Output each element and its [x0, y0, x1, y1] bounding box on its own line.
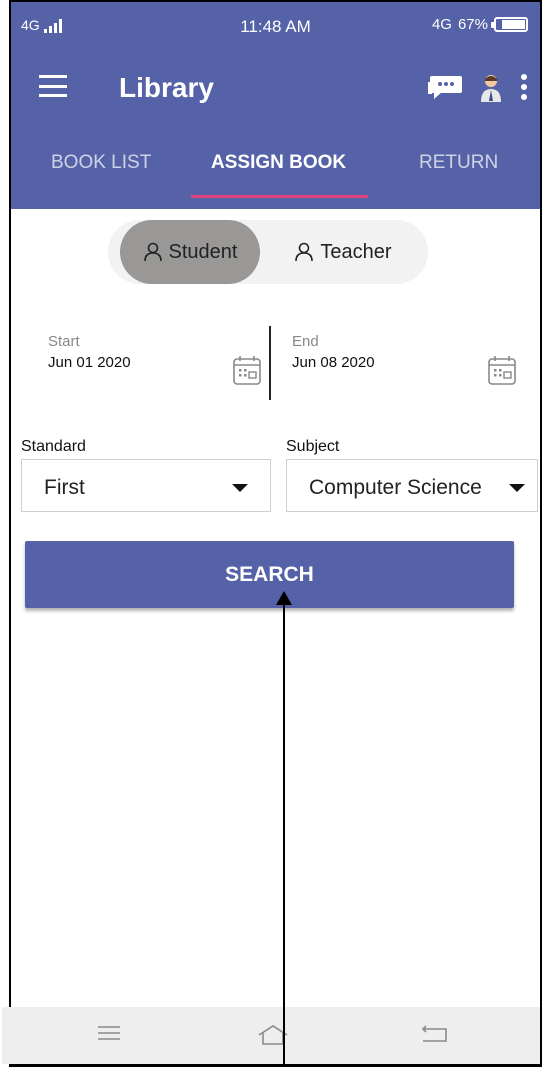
tab-assign-book[interactable]: ASSIGN BOOK	[211, 152, 346, 174]
tab-book-list[interactable]: BOOK LIST	[51, 152, 151, 174]
calendar-icon[interactable]	[487, 354, 517, 386]
battery-icon	[491, 17, 528, 32]
start-date-value: Jun 01 2020	[48, 354, 131, 371]
dropdown-caret-icon	[232, 484, 248, 492]
person-icon	[295, 242, 314, 262]
back-icon[interactable]	[420, 1023, 450, 1045]
chat-icon[interactable]	[428, 74, 464, 100]
toggle-student[interactable]: Student	[120, 220, 260, 284]
status-right: 4G 67%	[432, 16, 528, 33]
tab-return[interactable]: RETURN	[419, 152, 498, 174]
status-bar: 4G 11:48 AM 4G 67%	[11, 2, 540, 48]
role-toggle: Student Teacher	[108, 220, 428, 284]
app-bar: 4G 11:48 AM 4G 67% Library BOOK LIST ASS…	[11, 2, 540, 209]
start-date-field[interactable]: Start Jun 01 2020	[48, 333, 131, 371]
end-date-value: Jun 08 2020	[292, 354, 375, 371]
system-nav-bar	[2, 1007, 540, 1064]
start-date-label: Start	[48, 333, 80, 350]
subject-label: Subject	[286, 438, 340, 455]
search-button[interactable]: SEARCH	[25, 541, 514, 608]
more-vert-icon[interactable]	[520, 74, 528, 100]
hamburger-menu-icon[interactable]	[39, 75, 67, 97]
subject-value: Computer Science	[309, 476, 482, 499]
end-date-field[interactable]: End Jun 08 2020	[292, 333, 375, 371]
standard-label: Standard	[21, 438, 86, 455]
person-icon	[143, 242, 162, 262]
standard-value: First	[44, 476, 85, 499]
tab-indicator	[191, 195, 368, 198]
toggle-student-label: Student	[168, 240, 238, 263]
page-title: Library	[119, 72, 214, 103]
standard-dropdown[interactable]: First	[21, 459, 271, 512]
annotation-arrow-head	[276, 591, 292, 605]
subject-dropdown[interactable]: Computer Science	[286, 459, 538, 512]
end-date-label: End	[292, 333, 319, 350]
tab-bar: BOOK LIST ASSIGN BOOK RETURN	[11, 132, 540, 209]
toggle-teacher-label: Teacher	[320, 240, 392, 263]
battery-percent: 67%	[457, 16, 488, 33]
dropdown-caret-icon	[509, 484, 525, 492]
calendar-icon[interactable]	[232, 354, 262, 386]
menu-icon[interactable]	[96, 1023, 122, 1043]
network-type-right: 4G	[431, 16, 452, 33]
annotation-arrow-line	[283, 602, 285, 1067]
toggle-teacher[interactable]: Teacher	[268, 220, 418, 284]
toolbar: Library	[11, 52, 540, 122]
teacher-icon[interactable]	[480, 74, 502, 102]
date-divider	[269, 326, 271, 400]
